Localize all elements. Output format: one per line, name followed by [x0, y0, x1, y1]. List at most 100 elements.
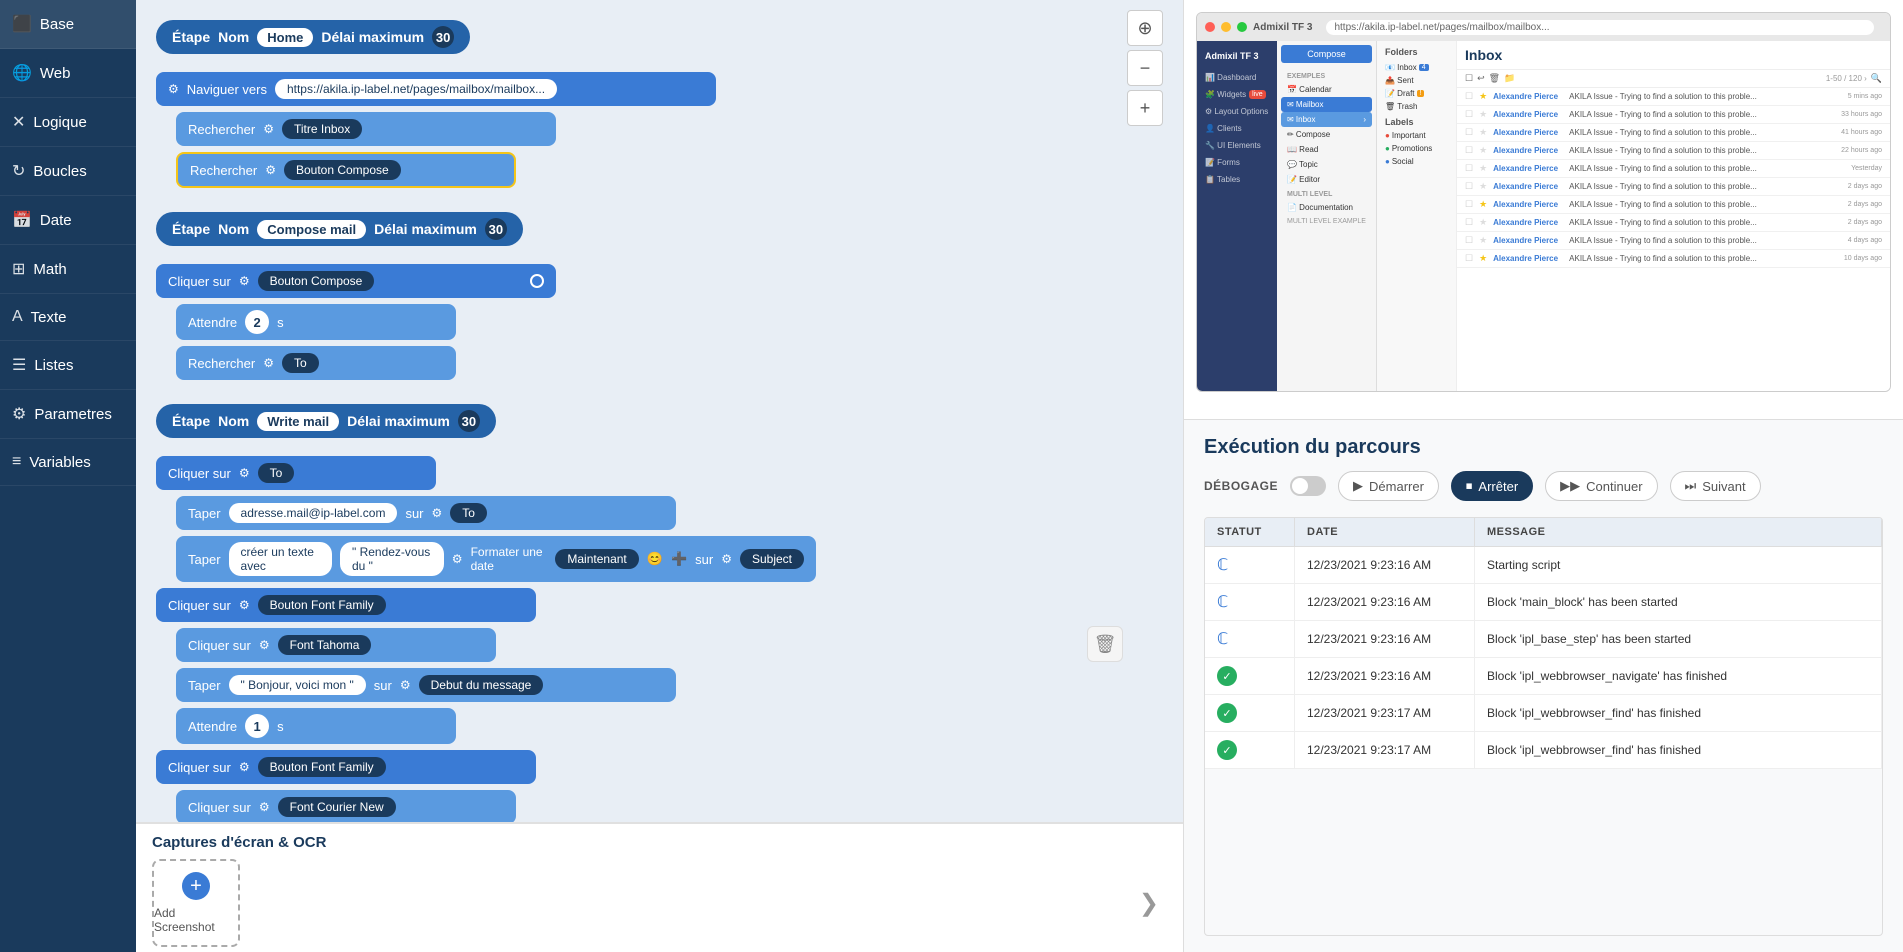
- star-1[interactable]: ★: [1479, 109, 1487, 120]
- sidebar-item-listes[interactable]: ☰ Listes: [0, 341, 136, 390]
- nav-read[interactable]: 📖 Read: [1281, 142, 1372, 157]
- email-row[interactable]: ☐ ★ Alexandre Pierce AKILA Issue - Tryin…: [1457, 178, 1890, 196]
- checkbox-4[interactable]: ☐: [1465, 163, 1473, 174]
- sidebar-tables[interactable]: 📋 Tables: [1201, 171, 1273, 188]
- zoom-in-btn[interactable]: −: [1127, 50, 1163, 86]
- stop-button[interactable]: ⏹ Arrêter: [1451, 471, 1533, 501]
- nav-documentation[interactable]: 📄 Documentation: [1281, 200, 1372, 215]
- debug-controls: DÉBOGAGE ▶ Démarrer ⏹ Arrêter ▶▶ Continu…: [1204, 471, 1883, 501]
- email-row[interactable]: ☐ ★ Alexandre Pierce AKILA Issue - Tryin…: [1457, 196, 1890, 214]
- script-canvas[interactable]: Étape Nom Home Délai maximum 30 ⚙ Navigu…: [136, 0, 1183, 822]
- log-message-1: Block 'main_block' has been started: [1475, 584, 1882, 620]
- browser-content: Admixil TF 3 📊 Dashboard 🧩 Widgets live …: [1197, 41, 1890, 391]
- tahoma-pill: Font Tahoma: [278, 635, 372, 655]
- sidebar-item-base[interactable]: ⬛ Base: [0, 0, 136, 49]
- add-screenshot-button[interactable]: + Add Screenshot: [152, 859, 240, 947]
- sidebar-clients[interactable]: 👤 Clients: [1201, 120, 1273, 137]
- email-row[interactable]: ☐ ★ Alexandre Pierce AKILA Issue - Tryin…: [1457, 160, 1890, 178]
- status-success-icon: ✓: [1217, 703, 1237, 723]
- checkbox-3[interactable]: ☐: [1465, 145, 1473, 156]
- star-9[interactable]: ★: [1479, 253, 1487, 264]
- debug-toggle[interactable]: [1290, 476, 1326, 496]
- sidebar-layout[interactable]: ⚙ Layout Options: [1201, 103, 1273, 120]
- url-pill: https://akila.ip-label.net/pages/mailbox…: [275, 79, 557, 99]
- email-row[interactable]: ☐ ★ Alexandre Pierce AKILA Issue - Tryin…: [1457, 250, 1890, 268]
- checkbox-2[interactable]: ☐: [1465, 127, 1473, 138]
- bouton-compose-pill-2: Bouton Compose: [258, 271, 375, 291]
- compose-button[interactable]: Compose: [1281, 45, 1372, 63]
- gear-icon-14: ⚙: [259, 800, 270, 814]
- email-row[interactable]: ☐ ★ Alexandre Pierce AKILA Issue - Tryin…: [1457, 214, 1890, 232]
- folder-draft[interactable]: 📝 Draft !: [1381, 87, 1452, 100]
- block-type-email: Taper adresse.mail@ip-label.com sur ⚙ To: [176, 496, 676, 530]
- folder-inbox[interactable]: 📧 Inbox 4: [1381, 61, 1452, 74]
- gear-icon-2: ⚙: [263, 122, 274, 136]
- sidebar-item-parametres[interactable]: ⚙ Parametres: [0, 390, 136, 439]
- sidebar-ui[interactable]: 🔧 UI Elements: [1201, 137, 1273, 154]
- sidebar-item-logique[interactable]: ✕ Logique: [0, 98, 136, 147]
- checkbox-9[interactable]: ☐: [1465, 253, 1473, 264]
- star-4[interactable]: ★: [1479, 163, 1487, 174]
- gear-icon-13: ⚙: [239, 760, 250, 774]
- checkbox-8[interactable]: ☐: [1465, 235, 1473, 246]
- continue-button[interactable]: ▶▶ Continuer: [1545, 471, 1657, 501]
- sidebar-item-web[interactable]: 🌐 Web: [0, 49, 136, 98]
- folder-sent[interactable]: 📤 Sent: [1381, 74, 1452, 87]
- log-row: ✓ 12/23/2021 9:23:17 AM Block 'ipl_webbr…: [1205, 695, 1882, 732]
- label-promotions[interactable]: ● Promotions: [1381, 142, 1452, 155]
- browser-address-bar[interactable]: https://akila.ip-label.net/pages/mailbox…: [1326, 20, 1874, 35]
- trash-button[interactable]: 🗑: [1087, 626, 1123, 662]
- folder-trash[interactable]: 🗑 Trash: [1381, 100, 1452, 113]
- checkbox-7[interactable]: ☐: [1465, 217, 1473, 228]
- email-row[interactable]: ☐ ★ Alexandre Pierce AKILA Issue - Tryin…: [1457, 142, 1890, 160]
- step-write-delai: 30: [458, 410, 480, 432]
- sidebar-item-math[interactable]: ⊞ Math: [0, 245, 136, 294]
- sidebar-dashboard[interactable]: 📊 Dashboard: [1201, 69, 1273, 86]
- toolbar-icon-1[interactable]: ☐: [1465, 73, 1473, 84]
- toolbar-icon-4[interactable]: 📁: [1504, 73, 1515, 84]
- star-5[interactable]: ★: [1479, 181, 1487, 192]
- log-row: ℂ 12/23/2021 9:23:16 AM Starting script: [1205, 547, 1882, 584]
- email-row[interactable]: ☐ ★ Alexandre Pierce AKILA Issue - Tryin…: [1457, 232, 1890, 250]
- nav-inbox[interactable]: ✉ Inbox›: [1281, 112, 1372, 127]
- star-7[interactable]: ★: [1479, 217, 1487, 228]
- checkbox-1[interactable]: ☐: [1465, 109, 1473, 120]
- star-0[interactable]: ★: [1479, 91, 1487, 102]
- log-date-2: 12/23/2021 9:23:16 AM: [1295, 621, 1475, 657]
- zoom-out-btn[interactable]: +: [1127, 90, 1163, 126]
- toolbar-icon-2[interactable]: ↩: [1477, 73, 1485, 84]
- star-6[interactable]: ★: [1479, 199, 1487, 210]
- nav-editor[interactable]: 📝 Editor: [1281, 172, 1372, 187]
- star-2[interactable]: ★: [1479, 127, 1487, 138]
- label-social[interactable]: ● Social: [1381, 155, 1452, 168]
- block-search-compose: Rechercher ⚙ Bouton Compose: [176, 152, 516, 188]
- sidebar-item-date[interactable]: 📅 Date: [0, 196, 136, 245]
- start-button[interactable]: ▶ Démarrer: [1338, 471, 1439, 501]
- sidebar-item-texte[interactable]: A Texte: [0, 294, 136, 341]
- sidebar-forms[interactable]: 📝 Forms: [1201, 154, 1273, 171]
- sidebar-item-boucles[interactable]: ↻ Boucles: [0, 147, 136, 196]
- math-icon: ⊞: [12, 259, 25, 279]
- toolbar-search[interactable]: 🔍: [1871, 73, 1882, 84]
- nav-compose[interactable]: ✏ Compose: [1281, 127, 1372, 142]
- label-important[interactable]: ● Important: [1381, 129, 1452, 142]
- screenshot-next-arrow[interactable]: ❯: [1131, 889, 1167, 918]
- checkbox-5[interactable]: ☐: [1465, 181, 1473, 192]
- checkbox-6[interactable]: ☐: [1465, 199, 1473, 210]
- email-row[interactable]: ☐ ★ Alexandre Pierce AKILA Issue - Tryin…: [1457, 106, 1890, 124]
- sidebar-widgets[interactable]: 🧩 Widgets live: [1201, 86, 1273, 103]
- nav-mailbox[interactable]: ✉ Mailbox: [1281, 97, 1372, 112]
- nav-calendar[interactable]: 📅 Calendar: [1281, 82, 1372, 97]
- sidebar-item-variables[interactable]: ≡ Variables: [0, 439, 136, 486]
- toolbar-icon-3[interactable]: 🗑: [1489, 73, 1500, 84]
- nav-topic[interactable]: 💬 Topic: [1281, 157, 1372, 172]
- target-btn[interactable]: ⊕: [1127, 10, 1163, 46]
- step-compose-name: Compose mail: [257, 220, 366, 239]
- next-button[interactable]: ⏭ Suivant: [1670, 471, 1761, 501]
- email-row[interactable]: ☐ ★ Alexandre Pierce AKILA Issue - Tryin…: [1457, 88, 1890, 106]
- star-3[interactable]: ★: [1479, 145, 1487, 156]
- star-8[interactable]: ★: [1479, 235, 1487, 246]
- email-row[interactable]: ☐ ★ Alexandre Pierce AKILA Issue - Tryin…: [1457, 124, 1890, 142]
- creer-text-pill: créer un texte avec: [229, 542, 332, 576]
- checkbox-0[interactable]: ☐: [1465, 91, 1473, 102]
